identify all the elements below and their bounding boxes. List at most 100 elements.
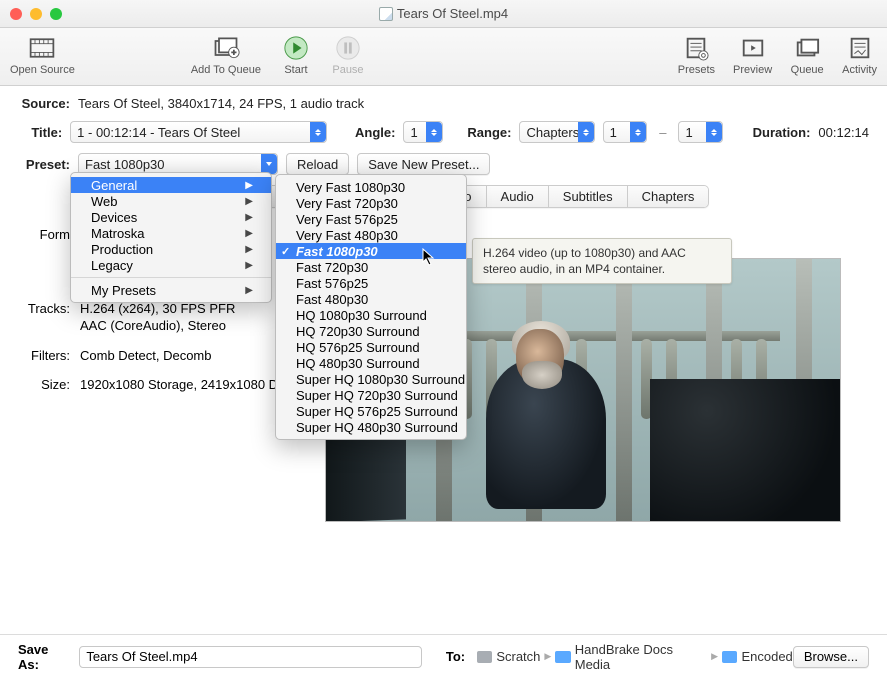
toolbar-label: Open Source	[10, 64, 75, 76]
menu-item-label: Legacy	[91, 258, 133, 273]
chevron-right-icon: ▶	[245, 244, 253, 255]
open-source-button[interactable]: Open Source	[10, 34, 75, 76]
preset-item[interactable]: Very Fast 720p30	[276, 195, 466, 211]
pause-icon	[331, 34, 365, 62]
tab-audio[interactable]: Audio	[487, 186, 549, 207]
preset-tooltip: H.264 video (up to 1080p30) and AAC ster…	[472, 238, 732, 284]
chevron-right-icon: ▶	[711, 651, 718, 662]
play-icon	[279, 34, 313, 62]
title-bar: Tears Of Steel.mp4	[0, 0, 887, 28]
preset-category-legacy[interactable]: Legacy▶	[71, 257, 271, 273]
menu-item-label: Super HQ 1080p30 Surround	[296, 372, 465, 387]
stepper-icon	[578, 122, 594, 142]
range-to-select[interactable]: 1	[678, 121, 723, 143]
preset-category-web[interactable]: Web▶	[71, 193, 271, 209]
preset-label: Preset:	[18, 157, 70, 172]
preset-category-matroska[interactable]: Matroska ▶	[71, 225, 271, 241]
stepper-icon	[630, 122, 646, 142]
toolbar: Open Source Add To Queue Start Pause Pre…	[0, 28, 887, 86]
bottom-bar: Save As: Tears Of Steel.mp4 To: Scratch …	[0, 634, 887, 678]
range-type-select[interactable]: Chapters	[519, 121, 594, 143]
angle-label: Angle:	[355, 125, 395, 140]
menu-item-label: Fast 576p25	[296, 276, 368, 291]
tab-subtitles[interactable]: Subtitles	[549, 186, 628, 207]
activity-button[interactable]: Activity	[842, 34, 877, 76]
preset-item[interactable]: Super HQ 1080p30 Surround	[276, 371, 466, 387]
folder-icon	[555, 651, 570, 663]
menu-item-label: HQ 576p25 Surround	[296, 340, 420, 355]
preset-item[interactable]: Fast 480p30	[276, 291, 466, 307]
preset-item[interactable]: Super HQ 720p30 Surround	[276, 387, 466, 403]
browse-label: Browse...	[804, 649, 858, 664]
stepper-icon	[706, 122, 722, 142]
chevron-right-icon: ▶	[245, 228, 253, 239]
preset-item[interactable]: Fast 576p25	[276, 275, 466, 291]
preset-item[interactable]: HQ 720p30 Surround	[276, 323, 466, 339]
menu-item-label: Super HQ 480p30 Surround	[296, 420, 458, 435]
preset-item[interactable]: HQ 480p30 Surround	[276, 355, 466, 371]
preset-item[interactable]: ✓Fast 1080p30	[276, 243, 466, 259]
saveas-input[interactable]: Tears Of Steel.mp4	[79, 646, 422, 668]
angle-value: 1	[410, 125, 417, 140]
menu-item-label: Matroska	[91, 226, 144, 241]
preview-button[interactable]: Preview	[733, 34, 772, 76]
preview-icon	[736, 34, 770, 62]
start-button[interactable]: Start	[279, 34, 313, 76]
browse-button[interactable]: Browse...	[793, 646, 869, 668]
preset-item[interactable]: Super HQ 576p25 Surround	[276, 403, 466, 419]
toolbar-label: Preview	[733, 64, 772, 76]
stepper-icon	[310, 122, 326, 142]
preset-item[interactable]: Very Fast 1080p30	[276, 179, 466, 195]
menu-item-label: Very Fast 480p30	[296, 228, 398, 243]
menu-item-label: Fast 1080p30	[296, 244, 378, 259]
preset-category-production[interactable]: Production ▶	[71, 241, 271, 257]
menu-item-label: Very Fast 1080p30	[296, 180, 405, 195]
toolbar-label: Queue	[791, 64, 824, 76]
path-segment: HandBrake Docs Media	[575, 642, 707, 672]
folder-icon	[477, 651, 492, 663]
size-label: Size:	[18, 376, 80, 394]
preset-item[interactable]: Fast 720p30	[276, 259, 466, 275]
preset-category-devices[interactable]: Devices▶	[71, 209, 271, 225]
film-icon	[25, 34, 59, 62]
duration-value: 00:12:14	[818, 125, 869, 140]
range-label: Range:	[467, 125, 511, 140]
add-to-queue-button[interactable]: Add To Queue	[191, 34, 261, 76]
preset-item[interactable]: Very Fast 480p30	[276, 227, 466, 243]
activity-icon	[843, 34, 877, 62]
destination-path[interactable]: Scratch ▶ HandBrake Docs Media ▶ Encoded	[477, 642, 793, 672]
queue-icon	[790, 34, 824, 62]
range-to-value: 1	[685, 125, 692, 140]
preset-item[interactable]: HQ 1080p30 Surround	[276, 307, 466, 323]
document-icon	[379, 7, 393, 21]
filters-label: Filters:	[18, 347, 80, 365]
toolbar-label: Activity	[842, 64, 877, 76]
tracks-value: H.264 (x264), 30 FPS PFR AAC (CoreAudio)…	[80, 300, 235, 335]
queue-button[interactable]: Queue	[790, 34, 824, 76]
preset-item[interactable]: HQ 576p25 Surround	[276, 339, 466, 355]
preset-item[interactable]: Very Fast 576p25	[276, 211, 466, 227]
size-value: 1920x1080 Storage, 2419x1080 Dis	[80, 376, 287, 394]
tab-chapters[interactable]: Chapters	[628, 186, 709, 207]
menu-item-label: HQ 480p30 Surround	[296, 356, 420, 371]
add-to-queue-icon	[209, 34, 243, 62]
tracks-label: Tracks:	[18, 300, 80, 335]
chevron-right-icon: ▶	[245, 212, 253, 223]
menu-item-label: Production	[91, 242, 153, 257]
reload-preset-button[interactable]: Reload	[286, 153, 349, 175]
menu-item-label: HQ 1080p30 Surround	[296, 308, 427, 323]
preset-category-my-presets[interactable]: My Presets▶	[71, 282, 271, 298]
saveas-label: Save As:	[18, 642, 71, 672]
range-type-value: Chapters	[526, 125, 579, 140]
toolbar-label: Add To Queue	[191, 64, 261, 76]
range-from-select[interactable]: 1	[603, 121, 648, 143]
save-new-preset-button[interactable]: Save New Preset...	[357, 153, 490, 175]
presets-button[interactable]: Presets	[678, 34, 715, 76]
toolbar-label: Presets	[678, 64, 715, 76]
menu-separator	[71, 277, 271, 278]
preset-category-general[interactable]: General▶	[71, 177, 271, 193]
title-select[interactable]: 1 - 00:12:14 - Tears Of Steel	[70, 121, 327, 143]
angle-select[interactable]: 1	[403, 121, 442, 143]
preset-item[interactable]: Super HQ 480p30 Surround	[276, 419, 466, 435]
source-label: Source:	[18, 96, 70, 111]
